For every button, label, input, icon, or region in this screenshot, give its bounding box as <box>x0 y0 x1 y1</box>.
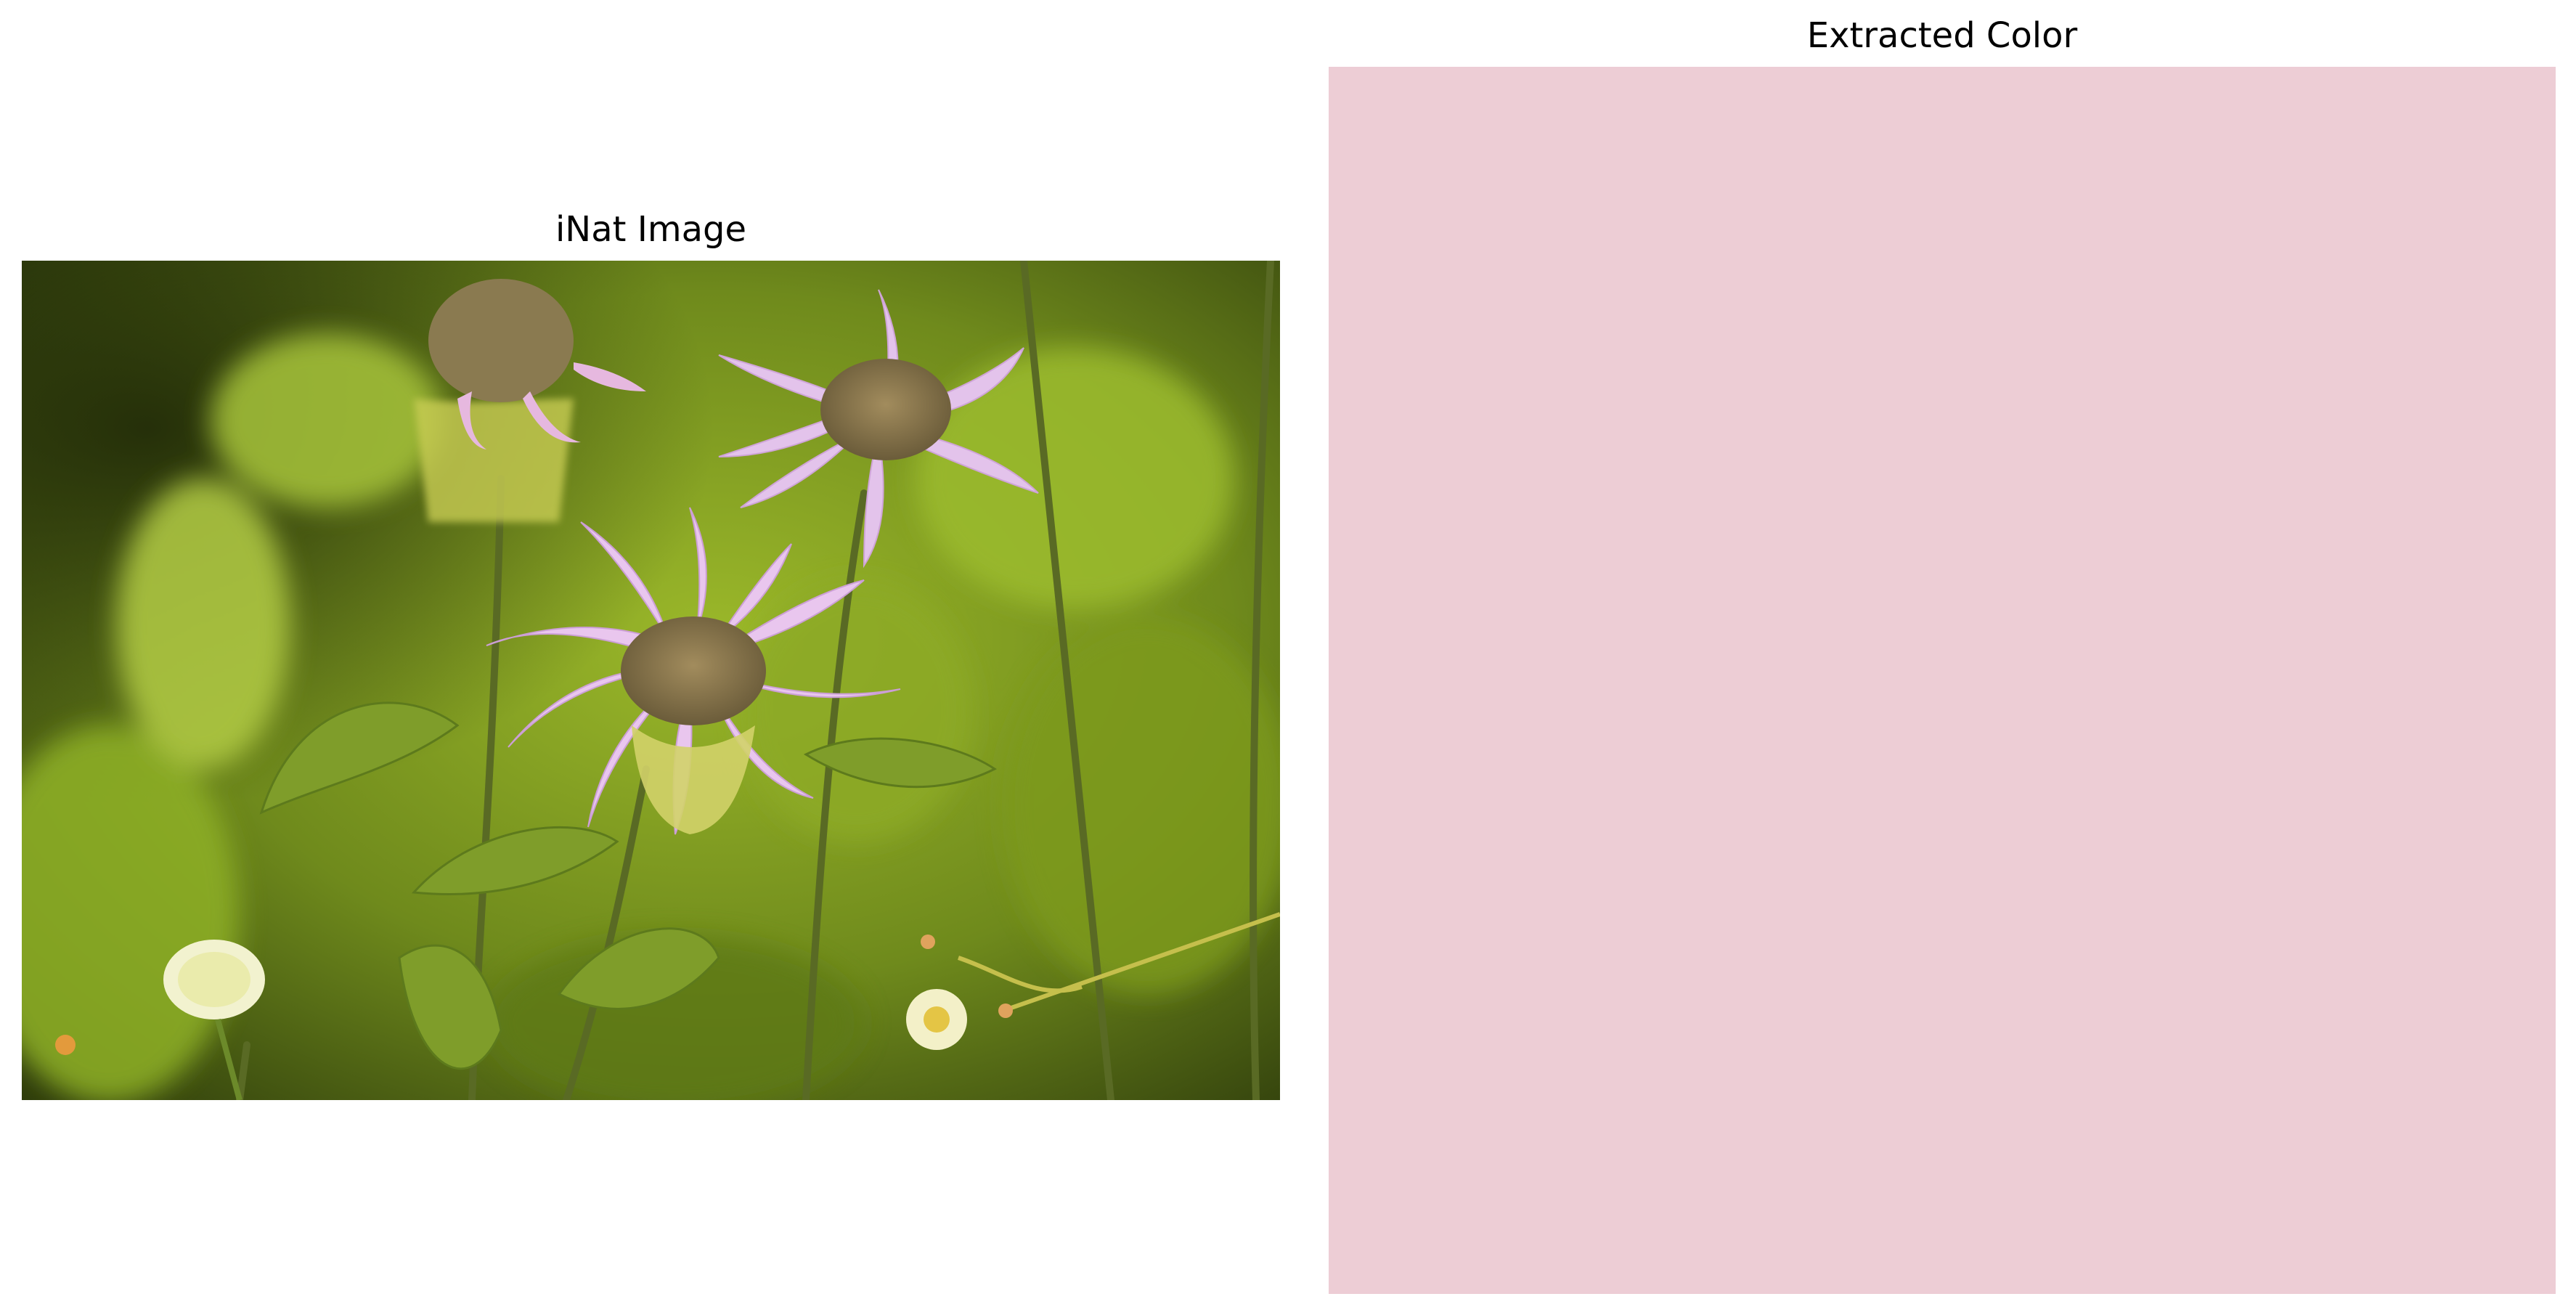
extracted-color-swatch <box>1329 67 2556 1294</box>
color-panel-title: Extracted Color <box>1806 15 2078 56</box>
inat-photo <box>22 261 1280 1100</box>
image-panel-title: iNat Image <box>555 209 747 250</box>
